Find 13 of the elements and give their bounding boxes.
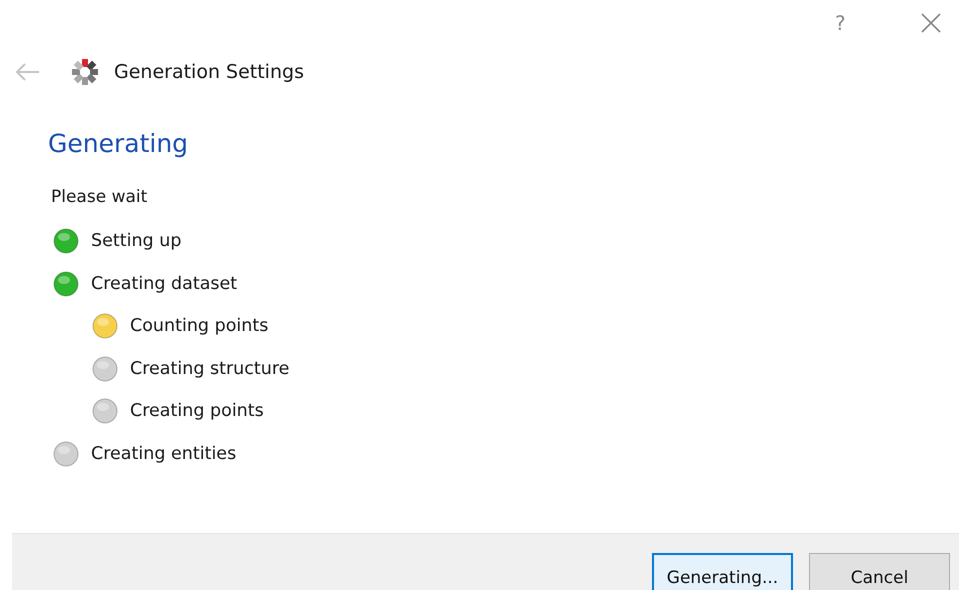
step-label: Creating points <box>130 400 264 424</box>
status-text: Please wait <box>51 186 148 208</box>
step-label: Creating dataset <box>91 272 238 296</box>
page-heading: Generating <box>48 128 190 160</box>
default-button[interactable]: Generating... <box>652 553 793 590</box>
step-label: Setting up <box>91 230 182 254</box>
step-label: Creating entities <box>91 442 236 466</box>
close-icon[interactable] <box>921 13 941 33</box>
window-title: Generation Settings <box>114 60 304 85</box>
step-label: Creating structure <box>130 358 290 381</box>
step-label: Counting points <box>130 315 268 338</box>
spinner-logo-icon <box>72 59 98 85</box>
dialog-button[interactable]: Cancel <box>809 553 950 590</box>
